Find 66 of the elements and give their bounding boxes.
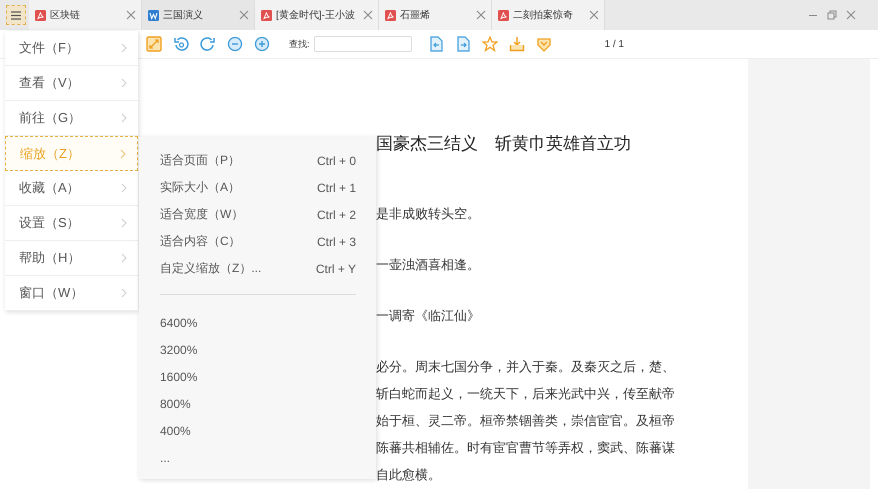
shortcut-text: Ctrl + 2 bbox=[316, 208, 356, 222]
pdf-file-icon bbox=[498, 10, 509, 20]
chevron-right-icon bbox=[121, 78, 127, 88]
document-tab[interactable]: 区块链 bbox=[29, 0, 142, 30]
document-title: 国豪杰三结义 斩黄巾英雄首立功 bbox=[376, 134, 632, 154]
shortcut-text: Ctrl + 3 bbox=[316, 234, 356, 248]
verse-line: 一壶浊酒喜相逢。 bbox=[376, 257, 481, 273]
close-icon[interactable] bbox=[846, 10, 856, 20]
rotate-left-icon[interactable] bbox=[173, 36, 189, 52]
menu-item[interactable]: 窗口（W） bbox=[5, 276, 138, 311]
shortcut-text: Ctrl + 0 bbox=[316, 154, 356, 168]
restore-icon[interactable] bbox=[827, 10, 837, 20]
close-icon[interactable] bbox=[239, 10, 249, 20]
search-label: 查找: bbox=[289, 38, 310, 50]
document-tab[interactable]: 石噩烯 bbox=[378, 0, 492, 30]
page-back-icon[interactable] bbox=[428, 36, 444, 52]
download-icon[interactable] bbox=[508, 36, 525, 52]
pdf-file-icon bbox=[35, 10, 46, 20]
menu-command[interactable]: 实际大小（A） bbox=[160, 179, 240, 196]
chevron-badge-icon[interactable] bbox=[536, 36, 552, 52]
page-indicator: 1 / 1 bbox=[604, 38, 624, 50]
chevron-right-icon bbox=[121, 183, 127, 193]
chevron-right-icon bbox=[121, 43, 127, 53]
pdf-file-icon bbox=[261, 10, 272, 20]
menu-command[interactable]: 适合内容（C） bbox=[160, 233, 241, 250]
close-icon[interactable] bbox=[362, 10, 373, 20]
page-forward-icon[interactable] bbox=[454, 36, 471, 52]
chevron-right-icon bbox=[121, 288, 127, 298]
shortcut-text: Ctrl + Y bbox=[316, 262, 356, 276]
menu-command[interactable]: 适合宽度（W） bbox=[160, 206, 244, 223]
rotate-right-icon[interactable] bbox=[200, 36, 216, 52]
zoom-in-icon[interactable] bbox=[254, 36, 270, 52]
pdf-file-icon bbox=[384, 10, 396, 20]
expand-icon[interactable] bbox=[146, 36, 162, 52]
zoom-level-option[interactable]: 400% bbox=[160, 424, 191, 438]
zoom-out-icon[interactable] bbox=[227, 36, 243, 52]
menu-button[interactable] bbox=[6, 5, 26, 25]
zoom-level-option[interactable]: 6400% bbox=[160, 316, 198, 330]
zoom-level-option[interactable]: 800% bbox=[160, 396, 191, 410]
word-file-icon bbox=[148, 10, 159, 20]
chevron-right-icon bbox=[121, 113, 127, 123]
menu-item[interactable]: 查看（V） bbox=[5, 66, 138, 101]
verse-line: 一调寄《临江仙》 bbox=[376, 308, 481, 324]
document-tab[interactable]: [黄金时代]-王小波 bbox=[255, 0, 379, 30]
menu-icon[interactable] bbox=[11, 10, 21, 20]
paragraph-text: 必分。周末七国分争，并入于秦。及秦灭之后，楚、 斩白蛇而起义，一统天下，后来光武中兴，传至献帝 始于桓、灵二帝。桓帝禁锢善类，崇信宦官。及桓帝 陈蕃共相辅佐。时有宦官曹节等弄权，窦武、陈蕃谋 自此愈横。 bbox=[376, 358, 676, 484]
chevron-right-icon bbox=[121, 253, 127, 263]
chevron-right-icon bbox=[121, 218, 127, 228]
menu-item[interactable]: 文件（F） bbox=[5, 31, 138, 66]
menu-command[interactable]: 适合页面（P） bbox=[160, 152, 240, 169]
close-icon[interactable] bbox=[476, 10, 486, 20]
menu-item[interactable]: 收藏（A） bbox=[5, 171, 138, 206]
menu-item[interactable]: 帮助（H） bbox=[5, 241, 138, 276]
close-icon[interactable] bbox=[126, 10, 136, 20]
zoom-level-option[interactable]: ... bbox=[160, 450, 170, 464]
star-icon[interactable] bbox=[482, 36, 498, 52]
zoom-level-option[interactable]: 3200% bbox=[160, 342, 198, 356]
menu-command[interactable]: 自定义缩放（Z）... bbox=[160, 260, 262, 277]
search-field[interactable] bbox=[314, 36, 412, 52]
document-tab[interactable]: 二刻拍案惊奇 bbox=[492, 0, 605, 30]
menu-item[interactable]: 设置（S） bbox=[5, 206, 138, 241]
zoom-level-option[interactable]: 1600% bbox=[160, 370, 198, 384]
shortcut-text: Ctrl + 1 bbox=[316, 180, 356, 194]
close-icon[interactable] bbox=[588, 10, 599, 20]
verse-line: 是非成败转头空。 bbox=[376, 206, 481, 222]
chevron-right-icon bbox=[120, 148, 126, 158]
